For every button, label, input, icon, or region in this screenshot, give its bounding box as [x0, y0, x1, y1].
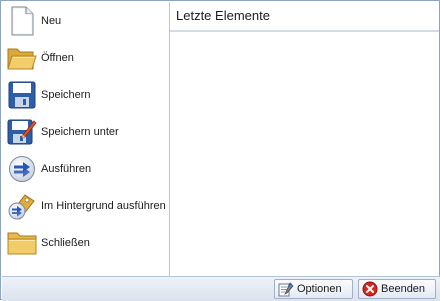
menu-item-label: Neu: [41, 15, 62, 27]
save-icon: [6, 79, 38, 111]
options-label: Optionen: [297, 283, 342, 295]
menu-item-run[interactable]: Ausführen: [3, 152, 168, 186]
menu-item-label: Speichern: [41, 89, 91, 101]
command-list: Neu Öffnen Speichern Speichern unter Aus…: [2, 2, 170, 276]
menu-item-new[interactable]: Neu: [3, 4, 168, 38]
menu-item-save[interactable]: Speichern: [3, 78, 168, 112]
exit-icon: [362, 281, 378, 297]
close-folder-icon: [6, 227, 38, 259]
exit-label: Beenden: [381, 283, 426, 295]
recent-items-pane: Letzte Elemente: [170, 2, 439, 276]
menu-item-label: Im Hintergrund ausführen: [41, 200, 166, 212]
menu-item-open[interactable]: Öffnen: [3, 41, 168, 75]
run-background-icon: [6, 190, 38, 222]
new-document-icon: [6, 5, 38, 37]
options-icon: [278, 281, 294, 297]
menu-item-save-as[interactable]: Speichern unter: [3, 115, 168, 149]
exit-button[interactable]: Beenden: [358, 279, 436, 299]
save-as-icon: [6, 116, 38, 148]
open-folder-icon: [6, 42, 38, 74]
recent-items-title: Letzte Elemente: [170, 2, 439, 32]
application-menu: Neu Öffnen Speichern Speichern unter Aus…: [0, 0, 440, 301]
menu-item-label: Ausführen: [41, 163, 92, 175]
run-icon: [6, 153, 38, 185]
menu-item-close[interactable]: Schließen: [3, 226, 168, 260]
menu-footer: Optionen Beenden: [2, 276, 440, 301]
menu-item-run-background[interactable]: Im Hintergrund ausführen: [3, 189, 168, 223]
menu-item-label: Speichern unter: [41, 126, 119, 138]
menu-item-label: Schließen: [41, 237, 90, 249]
menu-item-label: Öffnen: [41, 52, 74, 64]
options-button[interactable]: Optionen: [274, 279, 353, 299]
